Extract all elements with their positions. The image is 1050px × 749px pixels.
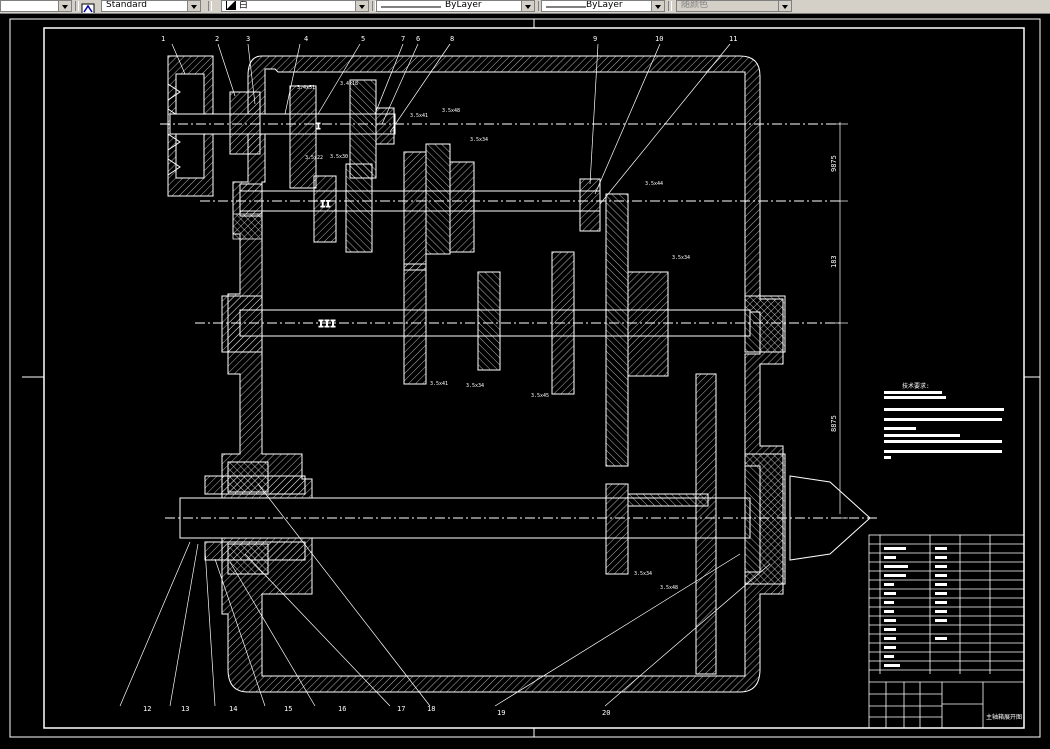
gear-label: 3.5x22 [305,155,323,161]
layer-name: 白 [238,0,248,11]
part-number: 4 [304,35,308,43]
layer-color-icon [226,1,236,10]
part-number: 20 [602,709,610,717]
properties-toolbar: Standard 白 ByLayer ByLayer 随颜色 [0,0,1050,14]
part-number: 14 [229,705,237,713]
gear-label: 3.4x51 [297,85,315,91]
dimension-lines [832,122,848,519]
dimension-text: 8875 [830,415,838,432]
cad-drawing: I II III 1 2 3 4 5 7 6 8 9 10 11 12 13 1… [9,18,1041,738]
part-number: 1 [161,35,165,43]
toolbar-separator [208,1,212,11]
chevron-down-icon[interactable] [355,1,368,11]
gear-label: 3.5x48 [442,108,460,114]
line-sample-icon [546,6,586,8]
gear-label: 3.5x30 [330,154,348,160]
linetype-value: ByLayer [445,0,482,10]
chevron-down-icon[interactable] [651,1,664,11]
chevron-down-icon[interactable] [778,1,791,11]
lineweight-dropdown[interactable]: ByLayer [541,0,665,12]
toolbar-separator [668,1,672,11]
gear-label: 3.5x34 [470,137,488,143]
part-number: 2 [215,35,219,43]
shaft-iii-label: III [318,319,336,330]
layer-value: 白 [226,0,248,11]
part-number: 6 [416,35,420,43]
part-number: 17 [397,705,405,713]
plotstyle-dropdown[interactable]: 随颜色 [676,0,792,12]
part-numbers-top: 1 2 3 4 5 7 6 8 9 10 11 [161,35,737,43]
part-number: 19 [497,709,505,717]
chevron-down-icon[interactable] [187,1,200,11]
title-block [868,534,1025,729]
dimension-values: 9875 183 8875 [830,155,838,432]
lineweight-value: ByLayer [586,0,623,10]
dimension-text: 183 [830,255,838,268]
part-number: 5 [361,35,365,43]
shaft-iii: III [195,193,840,467]
plotstyle-value: 随颜色 [681,0,709,10]
technical-requirements: 技术要求: [884,382,1004,459]
part-number: 12 [143,705,151,713]
gear-label: 3.5x45 [531,393,549,399]
title-block-name: 主轴箱展开图 [986,713,1022,721]
style-combo-left[interactable] [0,0,72,12]
chevron-down-icon[interactable] [521,1,534,11]
dimension-text: 9875 [830,155,838,172]
gear-label: 3.5x34 [466,383,484,389]
chevron-down-icon[interactable] [58,1,71,11]
line-sample-icon [381,6,441,8]
part-number: 13 [181,705,189,713]
leader-lines [119,43,771,707]
part-numbers-bottom: 12 13 14 15 16 17 18 19 20 [143,705,610,717]
gear-label: 3.5x44 [645,181,663,187]
part-number: 3 [246,35,250,43]
part-number: 18 [427,705,435,713]
gear-label: 3.5x34 [634,571,652,577]
shaft-i-label: I [316,122,321,131]
gear-label: 3.5x41 [430,381,448,387]
gear-label: 3.4x18 [340,81,358,87]
part-number: 9 [593,35,597,43]
main-spindle [165,373,880,675]
part-number: 8 [450,35,454,43]
text-style-dropdown[interactable]: Standard [101,0,201,12]
part-number: 16 [338,705,346,713]
gear-label: 3.5x41 [410,113,428,119]
tech-req-title: 技术要求: [902,382,930,390]
drawing-canvas[interactable]: I II III 1 2 3 4 5 7 6 8 9 10 11 12 13 1… [0,14,1050,749]
text-style-icon[interactable] [81,0,95,13]
gear-label: 3.5x48 [660,585,678,591]
layer-dropdown[interactable]: 白 [221,0,369,12]
text-style-value: Standard [106,0,147,10]
part-number: 11 [729,35,737,43]
part-number: 10 [655,35,663,43]
linetype-dropdown[interactable]: ByLayer [376,0,535,12]
shaft-ii-label: II [320,200,331,210]
gear-label: 3.5x34 [672,255,690,261]
toolbar-separator [75,1,79,11]
part-number: 7 [401,35,405,43]
part-number: 15 [284,705,292,713]
